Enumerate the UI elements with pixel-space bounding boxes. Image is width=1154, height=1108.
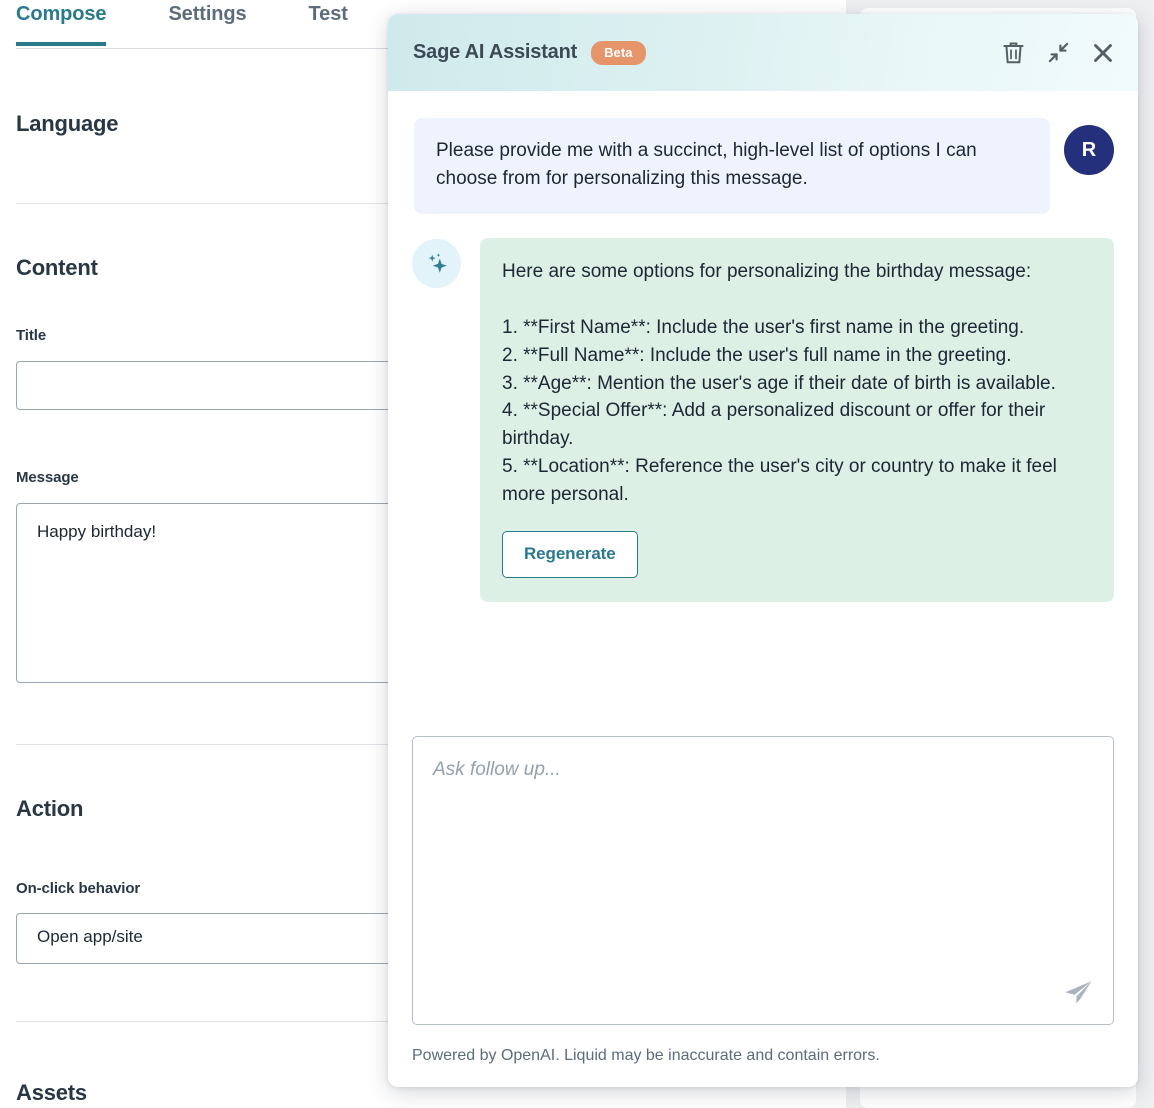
sparkle-icon (412, 238, 461, 288)
assistant-message-text: Here are some options for personalizing … (502, 260, 1057, 506)
section-title-content: Content (16, 255, 98, 280)
label-onclick-behavior: On-click behavior (16, 880, 141, 897)
user-message-bubble: Please provide me with a succinct, high-… (414, 118, 1050, 214)
tab-test-label: Test (308, 3, 348, 25)
sage-conversation: Please provide me with a succinct, high-… (388, 118, 1138, 603)
followup-input[interactable]: Ask follow up... (412, 736, 1114, 1025)
section-title-language: Language (16, 111, 119, 136)
label-message: Message (16, 469, 79, 486)
assistant-message-bubble: Here are some options for personalizing … (480, 237, 1114, 603)
tab-settings-label: Settings (168, 3, 247, 25)
trash-icon[interactable] (1000, 40, 1026, 66)
sage-ai-assistant-panel: Sage AI Assistant Beta Please provide me… (388, 14, 1138, 1087)
tab-compose-label: Compose (16, 3, 107, 25)
tab-settings[interactable]: Settings (168, 0, 246, 26)
beta-badge: Beta (591, 40, 646, 65)
message-assistant: Here are some options for personalizing … (412, 237, 1114, 603)
regenerate-button[interactable]: Regenerate (502, 531, 638, 579)
sage-panel-title: Sage AI Assistant (413, 41, 578, 63)
minimize-icon[interactable] (1045, 40, 1071, 66)
sage-footer-disclaimer: Powered by OpenAI. Liquid may be inaccur… (412, 1047, 880, 1064)
send-icon[interactable] (1061, 976, 1095, 1010)
close-icon[interactable] (1090, 40, 1116, 66)
section-title-action: Action (16, 796, 84, 821)
message-user: Please provide me with a succinct, high-… (412, 118, 1114, 214)
sage-panel-header: Sage AI Assistant Beta (388, 14, 1138, 91)
tab-test[interactable]: Test (309, 0, 348, 26)
sage-composer-area: Ask follow up... (412, 736, 1114, 1025)
tab-compose[interactable]: Compose (16, 0, 107, 46)
sage-header-actions (1000, 40, 1116, 66)
followup-input-placeholder: Ask follow up... (433, 759, 561, 780)
avatar: R (1064, 125, 1114, 175)
label-title: Title (16, 327, 47, 344)
section-title-assets: Assets (16, 1080, 87, 1105)
